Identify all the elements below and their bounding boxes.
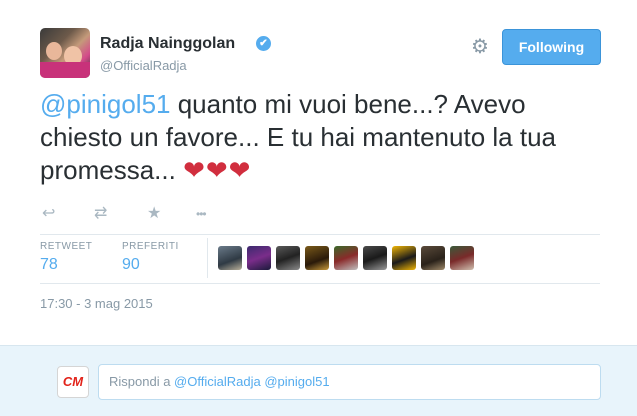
avatar-face-1 <box>46 42 62 60</box>
gear-icon[interactable]: ⚙ <box>469 36 491 58</box>
hearts-emoji: ❤❤❤ <box>183 155 252 185</box>
favoriter-avatar-4[interactable] <box>305 246 329 270</box>
reply-input[interactable]: Rispondi a @OfficialRadja @pinigol51 <box>98 364 601 400</box>
more-icon[interactable]: ••• <box>196 204 207 224</box>
user-handle[interactable]: @OfficialRadja <box>100 58 187 73</box>
tweet-timestamp[interactable]: 17:30 - 3 mag 2015 <box>40 296 153 311</box>
favoriter-avatar-2[interactable] <box>247 246 271 270</box>
favoriter-avatar-9[interactable] <box>450 246 474 270</box>
retweet-icon[interactable]: ⇄ <box>94 204 107 224</box>
user-avatar[interactable] <box>40 28 90 78</box>
favorite-star-icon[interactable]: ★ <box>147 204 161 224</box>
retweet-stat[interactable]: RETWEET 78 <box>40 241 92 274</box>
user-name[interactable]: Radja Nainggolan <box>100 35 235 53</box>
reply-icon[interactable]: ↩ <box>42 204 55 224</box>
favorite-stat-label: PREFERITI <box>122 241 179 252</box>
favoriter-avatar-7[interactable] <box>392 246 416 270</box>
favoriter-avatar-8[interactable] <box>421 246 445 270</box>
tweet-text: @pinigol51 quanto mi vuoi bene...? Avevo… <box>40 88 600 187</box>
reply-prefix: Rispondi a <box>109 374 175 389</box>
favoriter-avatar-5[interactable] <box>334 246 358 270</box>
favorite-stat[interactable]: PREFERITI 90 <box>122 241 179 274</box>
favoriter-avatar-6[interactable] <box>363 246 387 270</box>
reply-mention-1: @OfficialRadja <box>174 374 261 389</box>
retweet-stat-label: RETWEET <box>40 241 93 252</box>
avatar-shirt <box>40 62 90 78</box>
stats-separator <box>207 238 208 278</box>
following-button[interactable]: Following <box>502 29 601 65</box>
favoriter-avatar-3[interactable] <box>276 246 300 270</box>
favoriter-avatar-1[interactable] <box>218 246 242 270</box>
divider-top <box>40 234 600 235</box>
retweet-stat-value: 78 <box>40 256 58 273</box>
current-user-avatar: CM <box>57 366 89 398</box>
favorite-stat-value: 90 <box>122 256 140 273</box>
divider-bottom <box>40 283 600 284</box>
reply-mention-2: @pinigol51 <box>264 374 330 389</box>
tweet-mention-link[interactable]: @pinigol51 <box>40 89 170 119</box>
tweet-card: Radja Nainggolan ✔ @OfficialRadja ⚙ Foll… <box>0 0 637 345</box>
verified-badge-icon: ✔ <box>256 36 271 51</box>
